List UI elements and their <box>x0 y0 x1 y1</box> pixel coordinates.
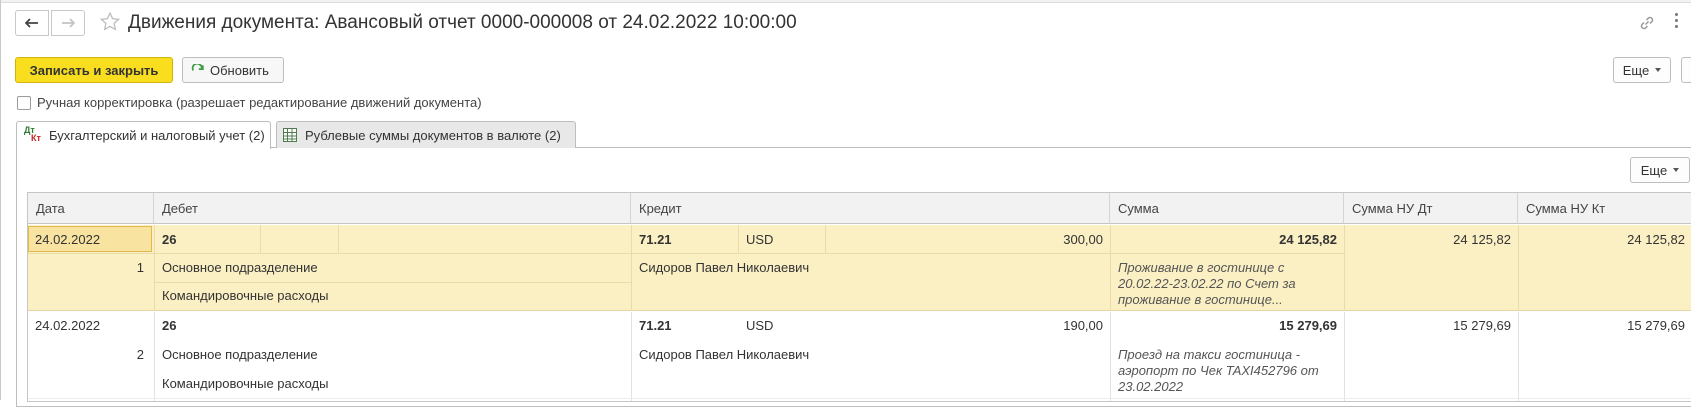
currency: USD <box>746 318 774 333</box>
chevron-down-icon <box>1673 168 1680 172</box>
arrow-left-icon <box>25 18 38 28</box>
column-header-credit[interactable]: Кредит <box>631 193 1110 224</box>
credit-account: 71.21 <box>639 232 672 247</box>
movement-description: Проживание в гостинице с 20.02.22-23.02.… <box>1118 260 1296 307</box>
credit-subconto-1: Сидоров Павел Николаевич <box>639 347 810 362</box>
refresh-button[interactable]: Обновить <box>182 57 284 83</box>
debit-account: 26 <box>162 232 177 247</box>
dt-kt-icon: Дт Кт <box>24 124 41 143</box>
debit-subconto-2: Командировочные расходы <box>162 376 329 391</box>
tab-accounting[interactable]: Дт Кт Бухгалтерский и налоговый учет (2) <box>16 121 271 149</box>
row-number: 1 <box>136 260 144 275</box>
favorite-star-icon[interactable] <box>99 11 121 33</box>
column-header-amount[interactable]: Сумма <box>1110 193 1344 224</box>
column-header-nu-kt[interactable]: Сумма НУ Кт <box>1518 193 1691 224</box>
row-date: 24.02.2022 <box>35 232 101 247</box>
currency: USD <box>746 232 774 247</box>
amount: 24 125,82 <box>1279 232 1337 247</box>
link-icon[interactable] <box>1638 14 1656 32</box>
page-title: Движения документа: Авансовый отчет 0000… <box>128 12 797 33</box>
currency-amount: 190,00 <box>1063 318 1103 333</box>
nu-kt-amount: 24 125,82 <box>1627 232 1685 247</box>
debit-subconto-1: Основное подразделение <box>162 347 318 362</box>
table-icon <box>283 128 297 142</box>
refresh-button-label: Обновить <box>210 62 269 78</box>
nu-dt-amount: 15 279,69 <box>1453 318 1511 333</box>
nu-kt-amount: 15 279,69 <box>1627 318 1685 333</box>
window-left-border <box>0 0 1 400</box>
nu-dt-amount: 24 125,82 <box>1453 232 1511 247</box>
amount: 15 279,69 <box>1279 318 1337 333</box>
debit-subconto-1: Основное подразделение <box>162 260 318 275</box>
chevron-down-icon <box>1655 68 1662 72</box>
table-more-label: Еще <box>1640 162 1668 178</box>
manual-adjust-label: Ручная корректировка (разрешает редактир… <box>37 95 482 110</box>
manual-adjust-checkbox[interactable] <box>17 96 31 110</box>
movements-table[interactable]: Дата Дебет Кредит Сумма Сумма НУ Дт Сумм… <box>27 192 1691 402</box>
tab-ruble-sums[interactable]: Рублевые суммы документов в валюте (2) <box>276 121 576 148</box>
more-actions-icon[interactable] <box>1673 13 1679 33</box>
column-header-nu-dt[interactable]: Сумма НУ Дт <box>1344 193 1518 224</box>
help-button[interactable] <box>1681 57 1691 83</box>
back-button[interactable] <box>15 10 49 36</box>
row-date: 24.02.2022 <box>35 318 101 333</box>
save-and-close-button[interactable]: Записать и закрыть <box>15 57 173 83</box>
tab-accounting-label: Бухгалтерский и налоговый учет (2) <box>49 128 265 143</box>
column-header-debit[interactable]: Дебет <box>154 193 631 224</box>
debit-account: 26 <box>162 318 177 333</box>
currency-amount: 300,00 <box>1063 232 1103 247</box>
column-header-date[interactable]: Дата <box>28 193 154 224</box>
debit-subconto-2: Командировочные расходы <box>162 288 329 303</box>
forward-button[interactable] <box>51 10 85 36</box>
window-top-border <box>0 0 1691 3</box>
credit-account: 71.21 <box>639 318 672 333</box>
more-button-label: Еще <box>1622 62 1650 78</box>
tab-ruble-sums-label: Рублевые суммы документов в валюте (2) <box>305 127 561 143</box>
more-button[interactable]: Еще <box>1613 57 1671 83</box>
arrow-right-icon <box>62 18 75 28</box>
table-more-button[interactable]: Еще <box>1630 157 1690 183</box>
refresh-icon <box>191 63 204 71</box>
row-number: 2 <box>136 347 144 362</box>
credit-subconto-1: Сидоров Павел Николаевич <box>639 260 810 275</box>
movement-description: Проезд на такси гостиница - аэропорт по … <box>1118 347 1319 394</box>
